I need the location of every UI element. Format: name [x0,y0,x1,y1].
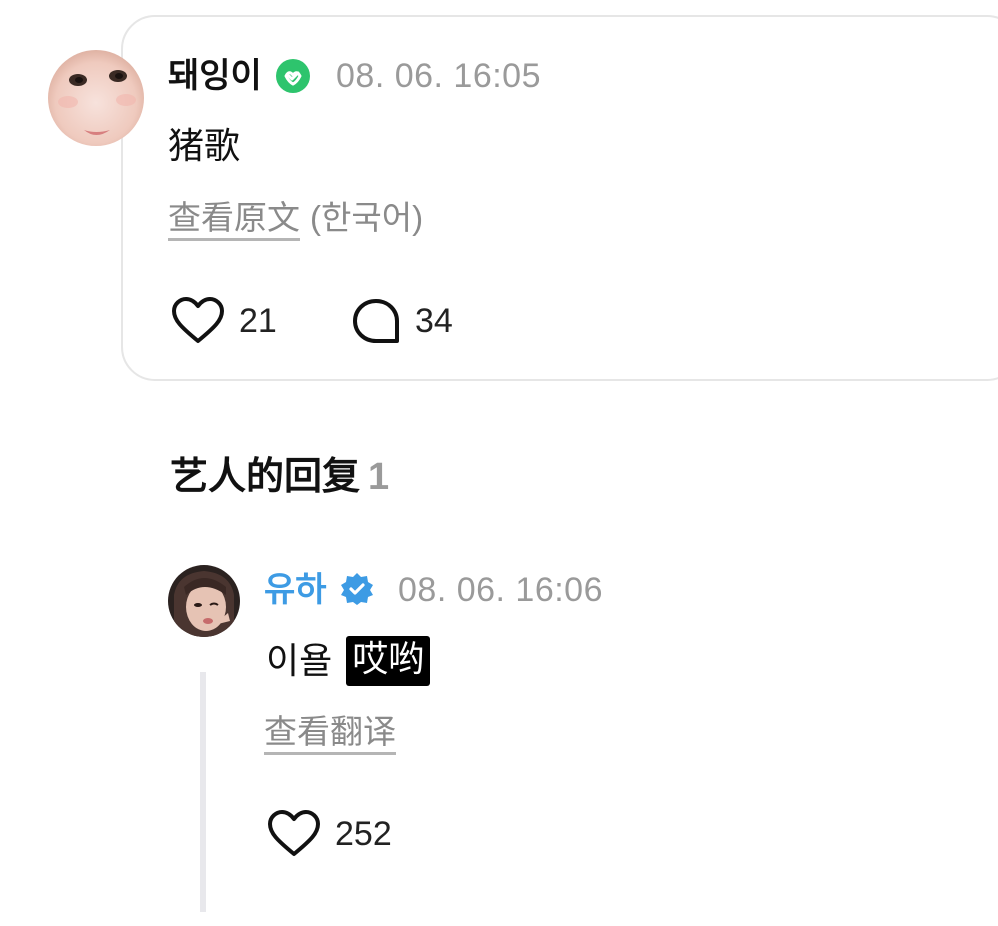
avatar[interactable] [48,50,144,146]
artist-reply-text: 이욜 哎哟 [266,636,431,686]
speech-bubble-icon [353,299,399,343]
artist-avatar-photo [168,565,240,637]
reply-count: 34 [415,301,453,340]
avatar-photo [48,50,144,146]
comment-detail-page: 돼잉이 08. 06. 16:05 猪歌 查看原文 (한국어) 21 34 艺人的… [0,0,998,926]
like-count: 21 [239,301,277,340]
artist-replies-title: 艺人的回复 [170,456,361,498]
comment-username[interactable]: 돼잉이 [168,56,262,96]
artist-avatar[interactable] [168,565,240,637]
comment-timestamp: 08. 06. 16:05 [336,57,542,95]
reply-button[interactable]: 34 [351,297,453,345]
verified-check-icon [275,58,311,94]
artist-translation-row: 查看翻译 [264,712,396,755]
artist-replies-heading: 艺人的回复 1 [170,454,389,500]
original-language-label: (한국어) [310,199,424,236]
thread-line [200,672,206,912]
view-translation-link[interactable]: 查看翻译 [264,713,396,755]
artist-like-count: 252 [335,814,392,853]
highlighted-translation: 哎哟 [346,636,431,686]
comment-text: 猪歌 [168,125,241,166]
artist-reply-timestamp: 08. 06. 16:06 [398,571,604,609]
artist-like-button[interactable]: 252 [267,810,392,858]
view-original-link[interactable]: 查看原文 [168,199,300,241]
verified-star-icon [340,572,374,606]
translation-toggle-row: 查看原文 (한국어) [168,198,424,241]
artist-reply-body: 이욜 [266,640,333,681]
heart-icon [268,810,320,856]
like-button[interactable]: 21 [171,297,277,345]
artist-username[interactable]: 유하 [264,570,327,610]
heart-icon [172,297,224,343]
artist-replies-count: 1 [368,456,390,498]
